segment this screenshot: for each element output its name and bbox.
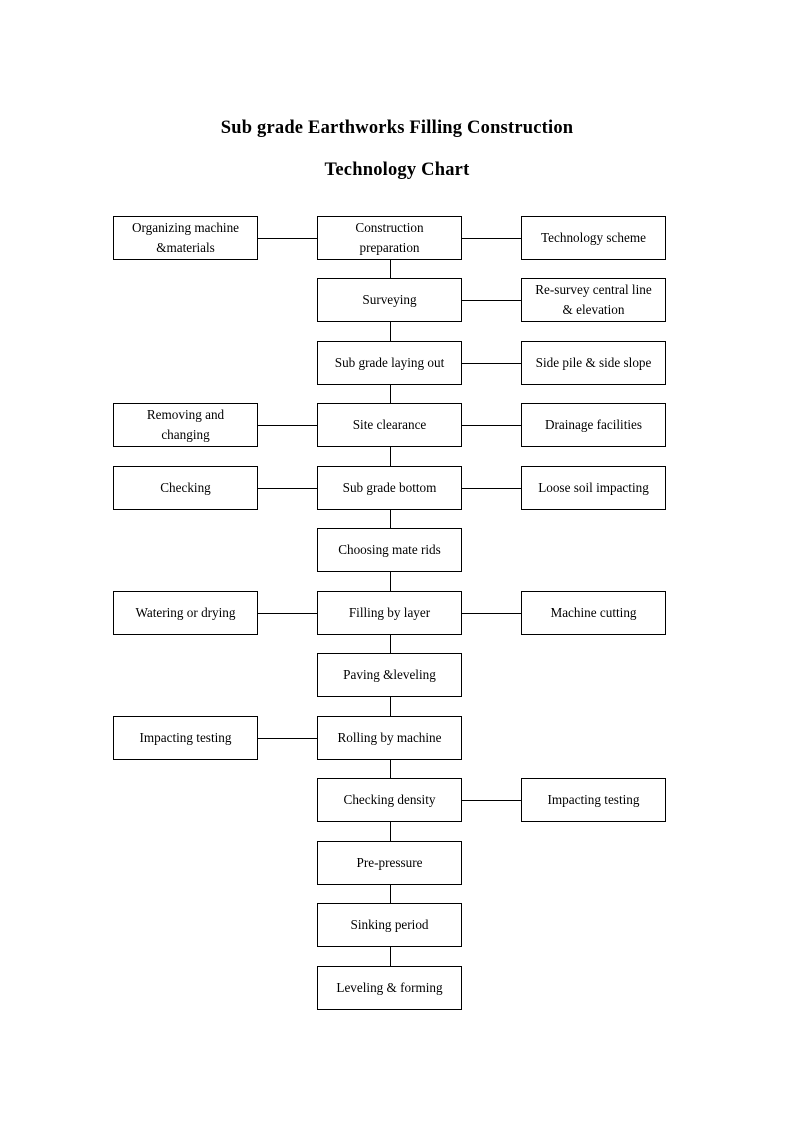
- node-label: Sinking period: [350, 916, 429, 932]
- node-label: Sub grade laying out: [334, 354, 445, 370]
- node-label: Leveling & forming: [336, 979, 443, 995]
- flowchart-canvas: Sub grade Earthworks Filling Constructio…: [0, 0, 794, 1123]
- branch-connector-right-loose-soil-impacting: [462, 488, 521, 489]
- node-center-choosing-mate-rids[interactable]: Choosing mate rids: [317, 528, 462, 572]
- branch-connector-right-machine-cutting: [462, 613, 521, 614]
- node-label: Impacting testing: [547, 791, 640, 807]
- branch-connector-right-re-survey-central-line-and-elevation: [462, 300, 521, 301]
- node-label: Choosing mate rids: [338, 541, 441, 557]
- node-label: Checking density: [343, 791, 436, 807]
- node-label: Filling by layer: [348, 604, 431, 620]
- node-left-removing-and-changing[interactable]: Removing and changing: [113, 403, 258, 447]
- node-right-re-survey-central-line-and-elevation[interactable]: Re-survey central line & elevation: [521, 278, 666, 322]
- node-label: Watering or drying: [135, 604, 236, 620]
- branch-connector-left-impacting-testing: [258, 738, 317, 739]
- node-label: Pre-pressure: [356, 854, 423, 870]
- branch-connector-left-organizing-machine-and-materials: [258, 238, 317, 239]
- node-label: Paving &leveling: [343, 666, 436, 682]
- node-label: Removing and changing: [146, 406, 225, 442]
- node-center-site-clearance[interactable]: Site clearance: [317, 403, 462, 447]
- node-label: Technology scheme: [541, 229, 646, 245]
- node-center-leveling-and-forming[interactable]: Leveling & forming: [317, 966, 462, 1010]
- branch-connector-right-drainage-facilities: [462, 425, 521, 426]
- node-right-impacting-testing[interactable]: Impacting testing: [521, 778, 666, 822]
- node-right-side-pile-and-side-slope[interactable]: Side pile & side slope: [521, 341, 666, 385]
- node-left-impacting-testing[interactable]: Impacting testing: [113, 716, 258, 760]
- branch-connector-left-watering-or-drying: [258, 613, 317, 614]
- node-left-checking[interactable]: Checking: [113, 466, 258, 510]
- spine-connector-4: [389, 447, 391, 466]
- spine-connector-7: [389, 635, 391, 653]
- node-right-loose-soil-impacting[interactable]: Loose soil impacting: [521, 466, 666, 510]
- node-label: Sub grade bottom: [342, 479, 437, 495]
- spine-connector-1: [389, 260, 391, 278]
- branch-connector-right-side-pile-and-side-slope: [462, 363, 521, 364]
- spine-connector-6: [389, 572, 391, 591]
- spine-connector-12: [389, 947, 391, 966]
- node-label: Re-survey central line & elevation: [535, 281, 652, 317]
- node-left-watering-or-drying[interactable]: Watering or drying: [113, 591, 258, 635]
- node-center-paving-and-leveling[interactable]: Paving &leveling: [317, 653, 462, 697]
- node-right-drainage-facilities[interactable]: Drainage facilities: [521, 403, 666, 447]
- node-center-rolling-by-machine[interactable]: Rolling by machine: [317, 716, 462, 760]
- node-label: Impacting testing: [139, 729, 232, 745]
- node-right-machine-cutting[interactable]: Machine cutting: [521, 591, 666, 635]
- spine-connector-10: [389, 822, 391, 841]
- node-label: Organizing machine &materials: [131, 219, 240, 255]
- node-center-surveying[interactable]: Surveying: [317, 278, 462, 322]
- node-center-sub-grade-laying-out[interactable]: Sub grade laying out: [317, 341, 462, 385]
- node-center-construction-preparation[interactable]: Construction preparation: [317, 216, 462, 260]
- node-label: Surveying: [362, 291, 417, 307]
- node-label: Loose soil impacting: [538, 479, 649, 495]
- node-right-technology-scheme[interactable]: Technology scheme: [521, 216, 666, 260]
- spine-connector-3: [389, 385, 391, 403]
- spine-connector-11: [389, 885, 391, 903]
- spine-connector-9: [389, 760, 391, 778]
- node-label: Side pile & side slope: [535, 354, 652, 370]
- node-label: Rolling by machine: [337, 729, 442, 745]
- node-label: Checking: [160, 479, 211, 495]
- node-left-organizing-machine-and-materials[interactable]: Organizing machine &materials: [113, 216, 258, 260]
- node-center-pre-pressure[interactable]: Pre-pressure: [317, 841, 462, 885]
- branch-connector-left-checking: [258, 488, 317, 489]
- spine-connector-8: [389, 697, 391, 716]
- branch-connector-left-removing-and-changing: [258, 425, 317, 426]
- node-label: Drainage facilities: [544, 416, 643, 432]
- node-center-checking-density[interactable]: Checking density: [317, 778, 462, 822]
- spine-connector-5: [389, 510, 391, 528]
- node-center-sub-grade-bottom[interactable]: Sub grade bottom: [317, 466, 462, 510]
- node-label: Construction preparation: [355, 219, 424, 255]
- spine-connector-2: [389, 322, 391, 341]
- node-label: Site clearance: [352, 416, 427, 432]
- branch-connector-right-technology-scheme: [462, 238, 521, 239]
- node-center-filling-by-layer[interactable]: Filling by layer: [317, 591, 462, 635]
- branch-connector-right-impacting-testing: [462, 800, 521, 801]
- node-center-sinking-period[interactable]: Sinking period: [317, 903, 462, 947]
- node-label: Machine cutting: [550, 604, 637, 620]
